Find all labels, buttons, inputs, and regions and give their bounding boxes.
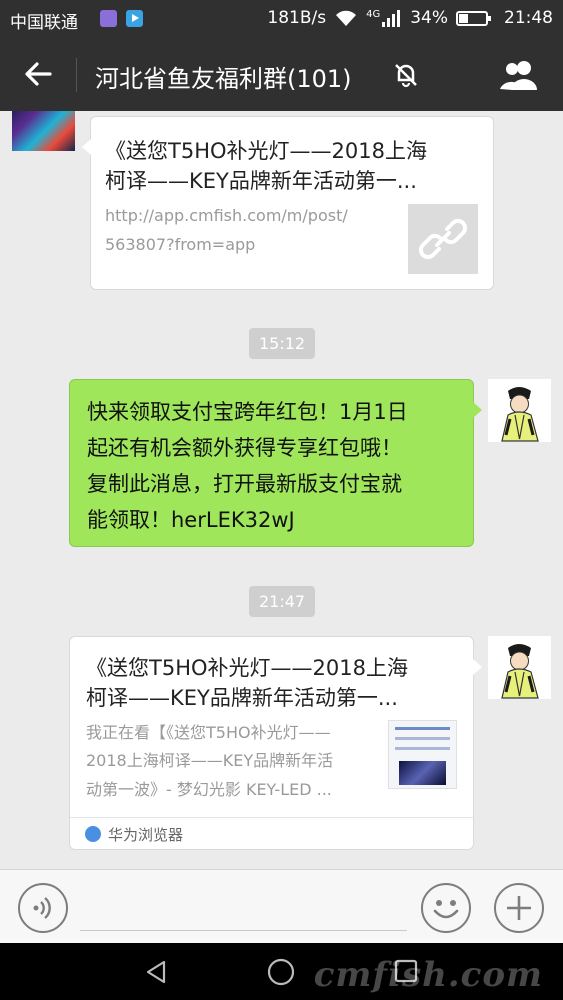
card-title-line: 《送您T5HO补光灯——2018上海 xyxy=(86,656,408,680)
wifi-icon xyxy=(336,10,357,26)
input-bar xyxy=(0,869,563,943)
system-nav-bar: cmfish.com xyxy=(0,943,563,1000)
message-line: 起还有机会额外获得专享红包哦！ xyxy=(87,436,402,460)
chat-title: 河北省鱼友福利群(101) xyxy=(95,65,352,93)
network-type: 4G xyxy=(366,8,381,20)
card-url-line: http://app.cmfish.com/m/post/ xyxy=(105,206,348,225)
card-desc-line: 动第一波》- 梦幻光影 KEY-LED ... xyxy=(86,780,332,799)
voice-button[interactable] xyxy=(18,883,68,933)
message-input[interactable] xyxy=(80,930,407,931)
message-text: 快来领取支付宝跨年红包！1月1日 起还有机会额外获得专享红包哦！ 复制此消息，打… xyxy=(87,394,467,538)
sender-avatar[interactable] xyxy=(12,111,75,151)
app-notification-icon xyxy=(100,10,117,27)
card-title-line: 柯译——KEY品牌新年活动第一... xyxy=(105,169,417,193)
group-members-icon[interactable] xyxy=(497,58,541,92)
emoji-button[interactable] xyxy=(421,883,471,933)
link-card[interactable]: 《送您T5HO补光灯——2018上海 柯译——KEY品牌新年活动第一... ht… xyxy=(82,116,494,290)
link-thumbnail xyxy=(408,204,478,274)
card-source: 华为浏览器 xyxy=(70,817,473,849)
card-title-line: 《送您T5HO补光灯——2018上海 xyxy=(105,139,427,163)
carrier-label: 中国联通 xyxy=(10,13,78,33)
back-arrow-icon[interactable] xyxy=(20,56,56,92)
my-avatar[interactable] xyxy=(488,636,551,699)
card-url-line: 563807?from=app xyxy=(105,235,256,254)
card-desc-line: 2018上海柯译——KEY品牌新年活 xyxy=(86,751,334,770)
header-divider xyxy=(76,58,77,92)
status-bar: 中国联通 181B/s 4G 34% 21:48 xyxy=(0,0,563,38)
message-line: 复制此消息，打开最新版支付宝就 xyxy=(87,472,402,496)
card-title-line: 柯译——KEY品牌新年活动第一... xyxy=(86,686,398,710)
watermark: cmfish.com xyxy=(313,955,543,995)
shared-page-card[interactable]: 《送您T5HO补光灯——2018上海 柯译——KEY品牌新年活动第一... 我正… xyxy=(69,636,482,850)
my-avatar[interactable] xyxy=(488,379,551,442)
message-line: 快来领取支付宝跨年红包！1月1日 xyxy=(87,400,408,424)
link-icon xyxy=(418,218,468,260)
nav-home-icon[interactable] xyxy=(266,957,296,987)
plus-icon xyxy=(507,896,531,920)
timestamp: 15:12 xyxy=(249,328,316,359)
mute-bell-icon xyxy=(395,64,417,88)
network-speed: 181B/s xyxy=(267,8,327,28)
voice-icon xyxy=(33,897,51,919)
page-thumbnail xyxy=(388,720,457,789)
message-line: 能领取！herLEK32wJ xyxy=(87,508,295,532)
timestamp: 21:47 xyxy=(249,586,316,617)
more-button[interactable] xyxy=(494,883,544,933)
outgoing-message[interactable]: 快来领取支付宝跨年红包！1月1日 起还有机会额外获得专享红包哦！ 复制此消息，打… xyxy=(69,379,482,547)
card-tail xyxy=(473,659,482,675)
chat-header: 河北省鱼友福利群(101) xyxy=(0,38,563,111)
card-tail xyxy=(82,139,91,155)
nav-back-icon[interactable] xyxy=(143,958,171,986)
signal-icon xyxy=(382,10,401,27)
browser-icon xyxy=(85,826,101,842)
battery-percent: 34% xyxy=(410,8,448,28)
bubble-tail xyxy=(473,402,482,418)
smile-icon xyxy=(433,900,459,919)
clock: 21:48 xyxy=(504,8,553,28)
chat-area[interactable]: 《送您T5HO补光灯——2018上海 柯译——KEY品牌新年活动第一... ht… xyxy=(0,111,563,869)
card-desc-line: 我正在看【《送您T5HO补光灯—— xyxy=(86,723,331,742)
source-label: 华为浏览器 xyxy=(108,826,184,844)
video-app-icon xyxy=(126,10,143,27)
battery-icon xyxy=(456,10,491,26)
